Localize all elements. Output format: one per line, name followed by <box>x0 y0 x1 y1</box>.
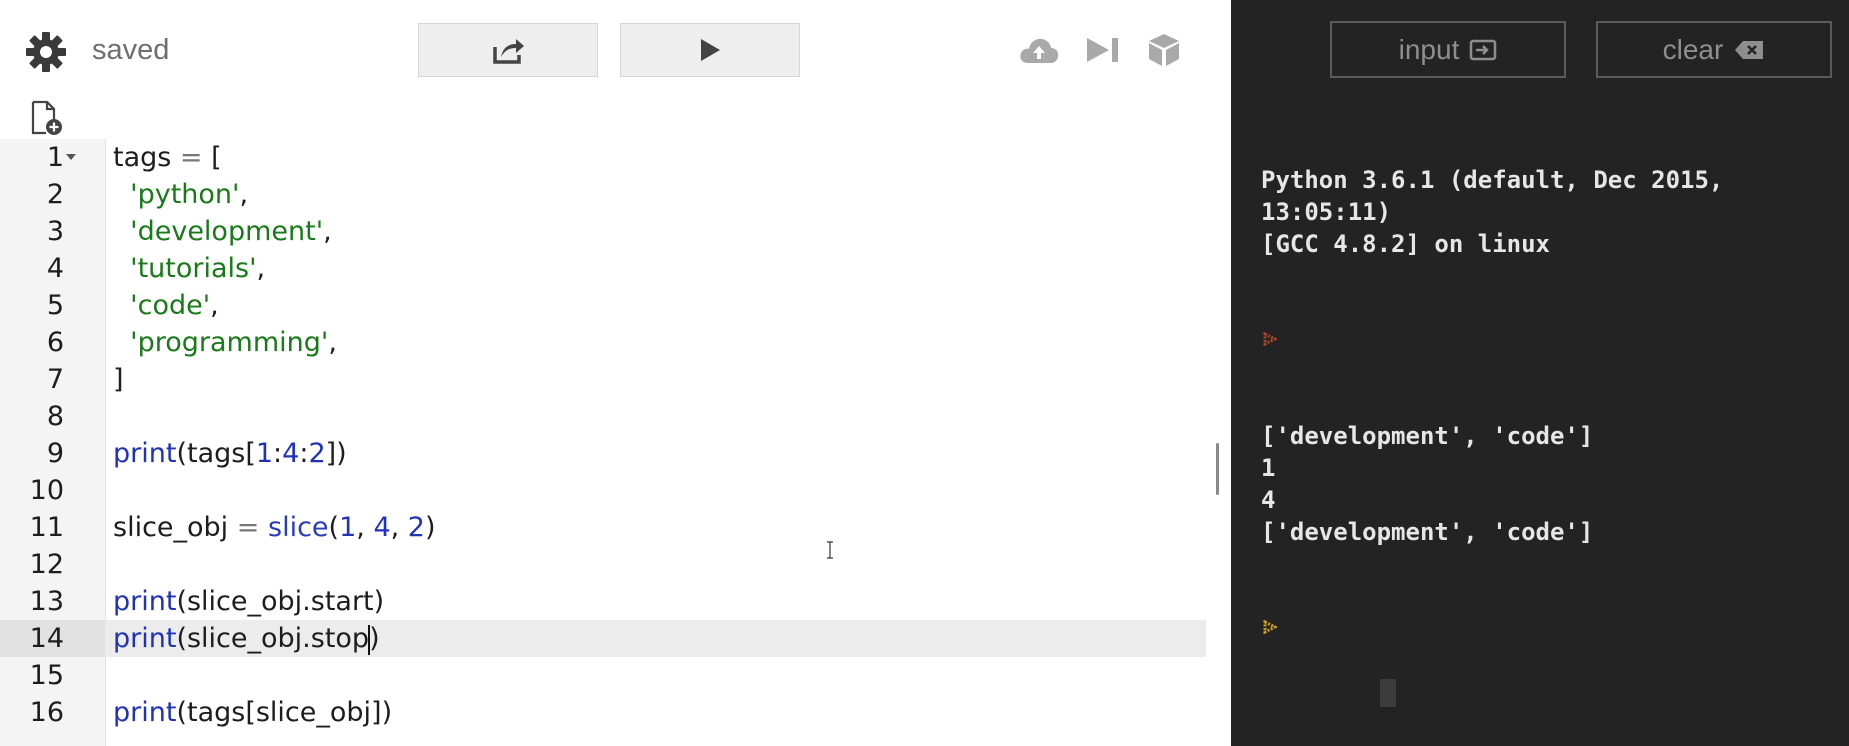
code-line[interactable] <box>0 398 1206 435</box>
code-text: slice_obj = slice(1, 4, 2) <box>113 512 436 543</box>
line-number: 2 <box>46 179 64 210</box>
line-number: 6 <box>46 327 64 358</box>
gear-icon[interactable] <box>24 30 68 74</box>
line-number: 11 <box>29 512 64 543</box>
code-text: tags = [ <box>113 142 222 173</box>
line-number: 12 <box>29 549 64 580</box>
line-number: 14 <box>29 623 64 654</box>
active-prompt[interactable] <box>1261 612 1831 707</box>
console-pane: input clear Python 3.6.1 (default, Dec 2… <box>1231 0 1849 746</box>
resize-handle[interactable] <box>1216 443 1219 495</box>
code-line[interactable] <box>0 472 1206 509</box>
line-number: 16 <box>29 697 64 728</box>
code-line[interactable] <box>0 361 1206 398</box>
console-output-line: 4 <box>1261 486 1276 514</box>
console-output-line: 1 <box>1261 454 1276 482</box>
text-caret <box>368 624 371 655</box>
new-file-icon[interactable] <box>30 100 64 136</box>
cube-icon[interactable] <box>1146 32 1182 68</box>
line-number: 9 <box>46 438 64 469</box>
pane-divider[interactable] <box>1206 0 1231 746</box>
code-text: 'python', <box>130 179 249 210</box>
text-cursor-icon <box>827 541 833 559</box>
prompt-icon <box>1261 324 1831 356</box>
code-text: print(slice_obj.stop) <box>113 623 380 655</box>
code-text: print(tags[1:4:2]) <box>113 438 347 469</box>
clear-button[interactable]: clear <box>1596 21 1832 78</box>
code-line[interactable] <box>0 657 1206 694</box>
input-icon <box>1470 39 1497 60</box>
step-forward-icon[interactable] <box>1085 32 1121 68</box>
line-number: 3 <box>46 216 64 247</box>
prompt-icon <box>1263 620 1277 634</box>
console-output: Python 3.6.1 (default, Dec 2015, 13:05:1… <box>1261 100 1831 708</box>
line-number: 5 <box>46 290 64 321</box>
code-text: 'tutorials', <box>130 253 266 284</box>
editor-toolbar: saved <box>0 0 1206 100</box>
save-status: saved <box>92 34 170 66</box>
code-text: 'programming', <box>130 327 337 358</box>
line-number: 13 <box>29 586 64 617</box>
run-button[interactable] <box>620 23 800 77</box>
code-text: print(slice_obj.start) <box>113 586 385 617</box>
line-number: 7 <box>46 364 64 395</box>
code-text: 'development', <box>130 216 332 247</box>
editor-pane: saved 1 tags = [2 'python', 3 'developm… <box>0 0 1206 746</box>
console-output-line: ['development', 'code'] <box>1261 518 1594 546</box>
code-text: ] <box>113 364 124 395</box>
input-button[interactable]: input <box>1330 21 1566 78</box>
line-number: 4 <box>46 253 64 284</box>
backspace-icon <box>1735 40 1764 59</box>
console-output-line: ['development', 'code'] <box>1261 422 1594 450</box>
console-header: Python 3.6.1 (default, Dec 2015, 13:05:1… <box>1261 166 1724 258</box>
code-line[interactable] <box>0 546 1206 583</box>
code-text: 'code', <box>130 290 219 321</box>
line-number: 8 <box>46 401 64 432</box>
console-cursor <box>1379 679 1396 707</box>
fold-arrow-icon[interactable] <box>66 154 76 160</box>
input-button-label: input <box>1398 33 1460 65</box>
line-number: 1 <box>46 142 64 173</box>
line-number: 15 <box>29 660 64 691</box>
share-icon <box>493 39 524 64</box>
line-number: 10 <box>29 475 64 506</box>
code-text: print(tags[slice_obj]) <box>113 697 393 728</box>
share-button[interactable] <box>418 23 598 77</box>
cloud-upload-icon[interactable] <box>1018 32 1060 68</box>
clear-button-label: clear <box>1662 33 1724 65</box>
play-icon <box>701 39 720 61</box>
code-editor[interactable]: 1 tags = [ 2 'python', 3 'development', 4 't… <box>0 139 1206 746</box>
